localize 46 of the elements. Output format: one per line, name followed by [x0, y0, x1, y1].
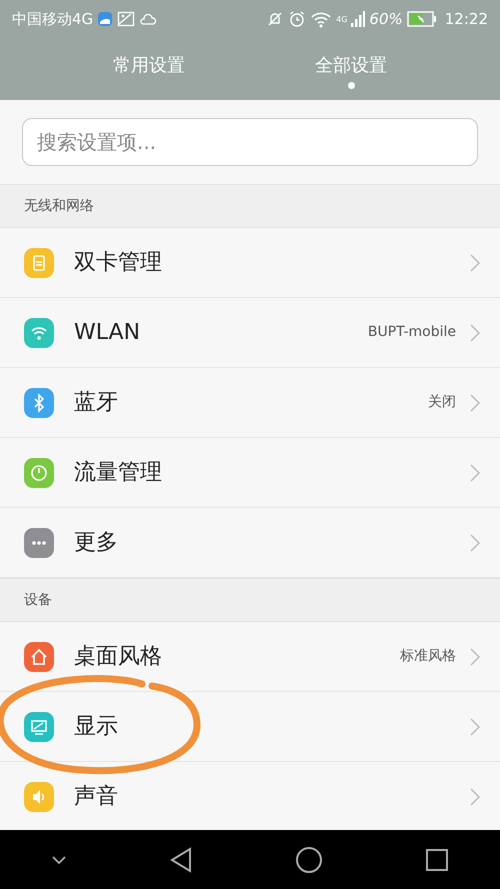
battery-icon	[406, 11, 437, 27]
cloud-icon	[139, 12, 158, 26]
chevron-icon	[470, 788, 480, 806]
chevron-icon	[470, 254, 480, 272]
app-icon	[97, 11, 114, 27]
setting-value: 关闭	[428, 393, 456, 412]
setting-label: 双卡管理	[74, 249, 163, 277]
collapse-icon[interactable]	[51, 854, 67, 864]
setting-value: BUPT-mobile	[368, 323, 456, 342]
signal-icon	[351, 11, 366, 27]
setting-label: 显示	[74, 713, 119, 741]
sim-card-icon	[24, 248, 54, 278]
setting-label: 更多	[74, 529, 119, 557]
display-icon	[24, 712, 54, 742]
alarm-icon	[288, 10, 306, 28]
chevron-icon	[470, 324, 480, 342]
wifi-icon	[310, 10, 332, 28]
muted-bell-icon	[266, 10, 284, 28]
section-header: 无线和网络	[0, 184, 500, 228]
wifi-icon	[24, 318, 54, 348]
back-icon[interactable]	[169, 846, 193, 872]
speaker-icon	[24, 782, 54, 812]
more-icon	[24, 528, 54, 558]
section-header: 设备	[0, 578, 500, 622]
search-field[interactable]: 搜索设置项...	[22, 118, 478, 166]
setting-value: 标准风格	[400, 647, 456, 666]
gauge-icon	[24, 458, 54, 488]
battery-text: 60%	[369, 8, 403, 30]
recents-icon[interactable]	[425, 848, 449, 872]
clock-text: 12:22	[444, 8, 488, 30]
home-button-icon[interactable]	[295, 846, 323, 874]
home-icon	[24, 642, 54, 672]
image-icon	[117, 11, 136, 27]
setting-label: 声音	[74, 783, 119, 811]
chevron-icon	[470, 464, 480, 482]
setting-label: 蓝牙	[74, 389, 119, 417]
chevron-icon	[470, 394, 480, 412]
setting-label: 桌面风格	[74, 643, 163, 671]
chevron-icon	[470, 534, 480, 552]
network-text: 4G	[336, 14, 348, 26]
chevron-icon	[470, 648, 480, 666]
setting-label: WLAN	[74, 319, 142, 347]
chevron-icon	[470, 718, 480, 736]
setting-label: 流量管理	[74, 459, 163, 487]
carrier-text: 中国移动4G	[12, 8, 94, 30]
bluetooth-icon	[24, 388, 54, 418]
